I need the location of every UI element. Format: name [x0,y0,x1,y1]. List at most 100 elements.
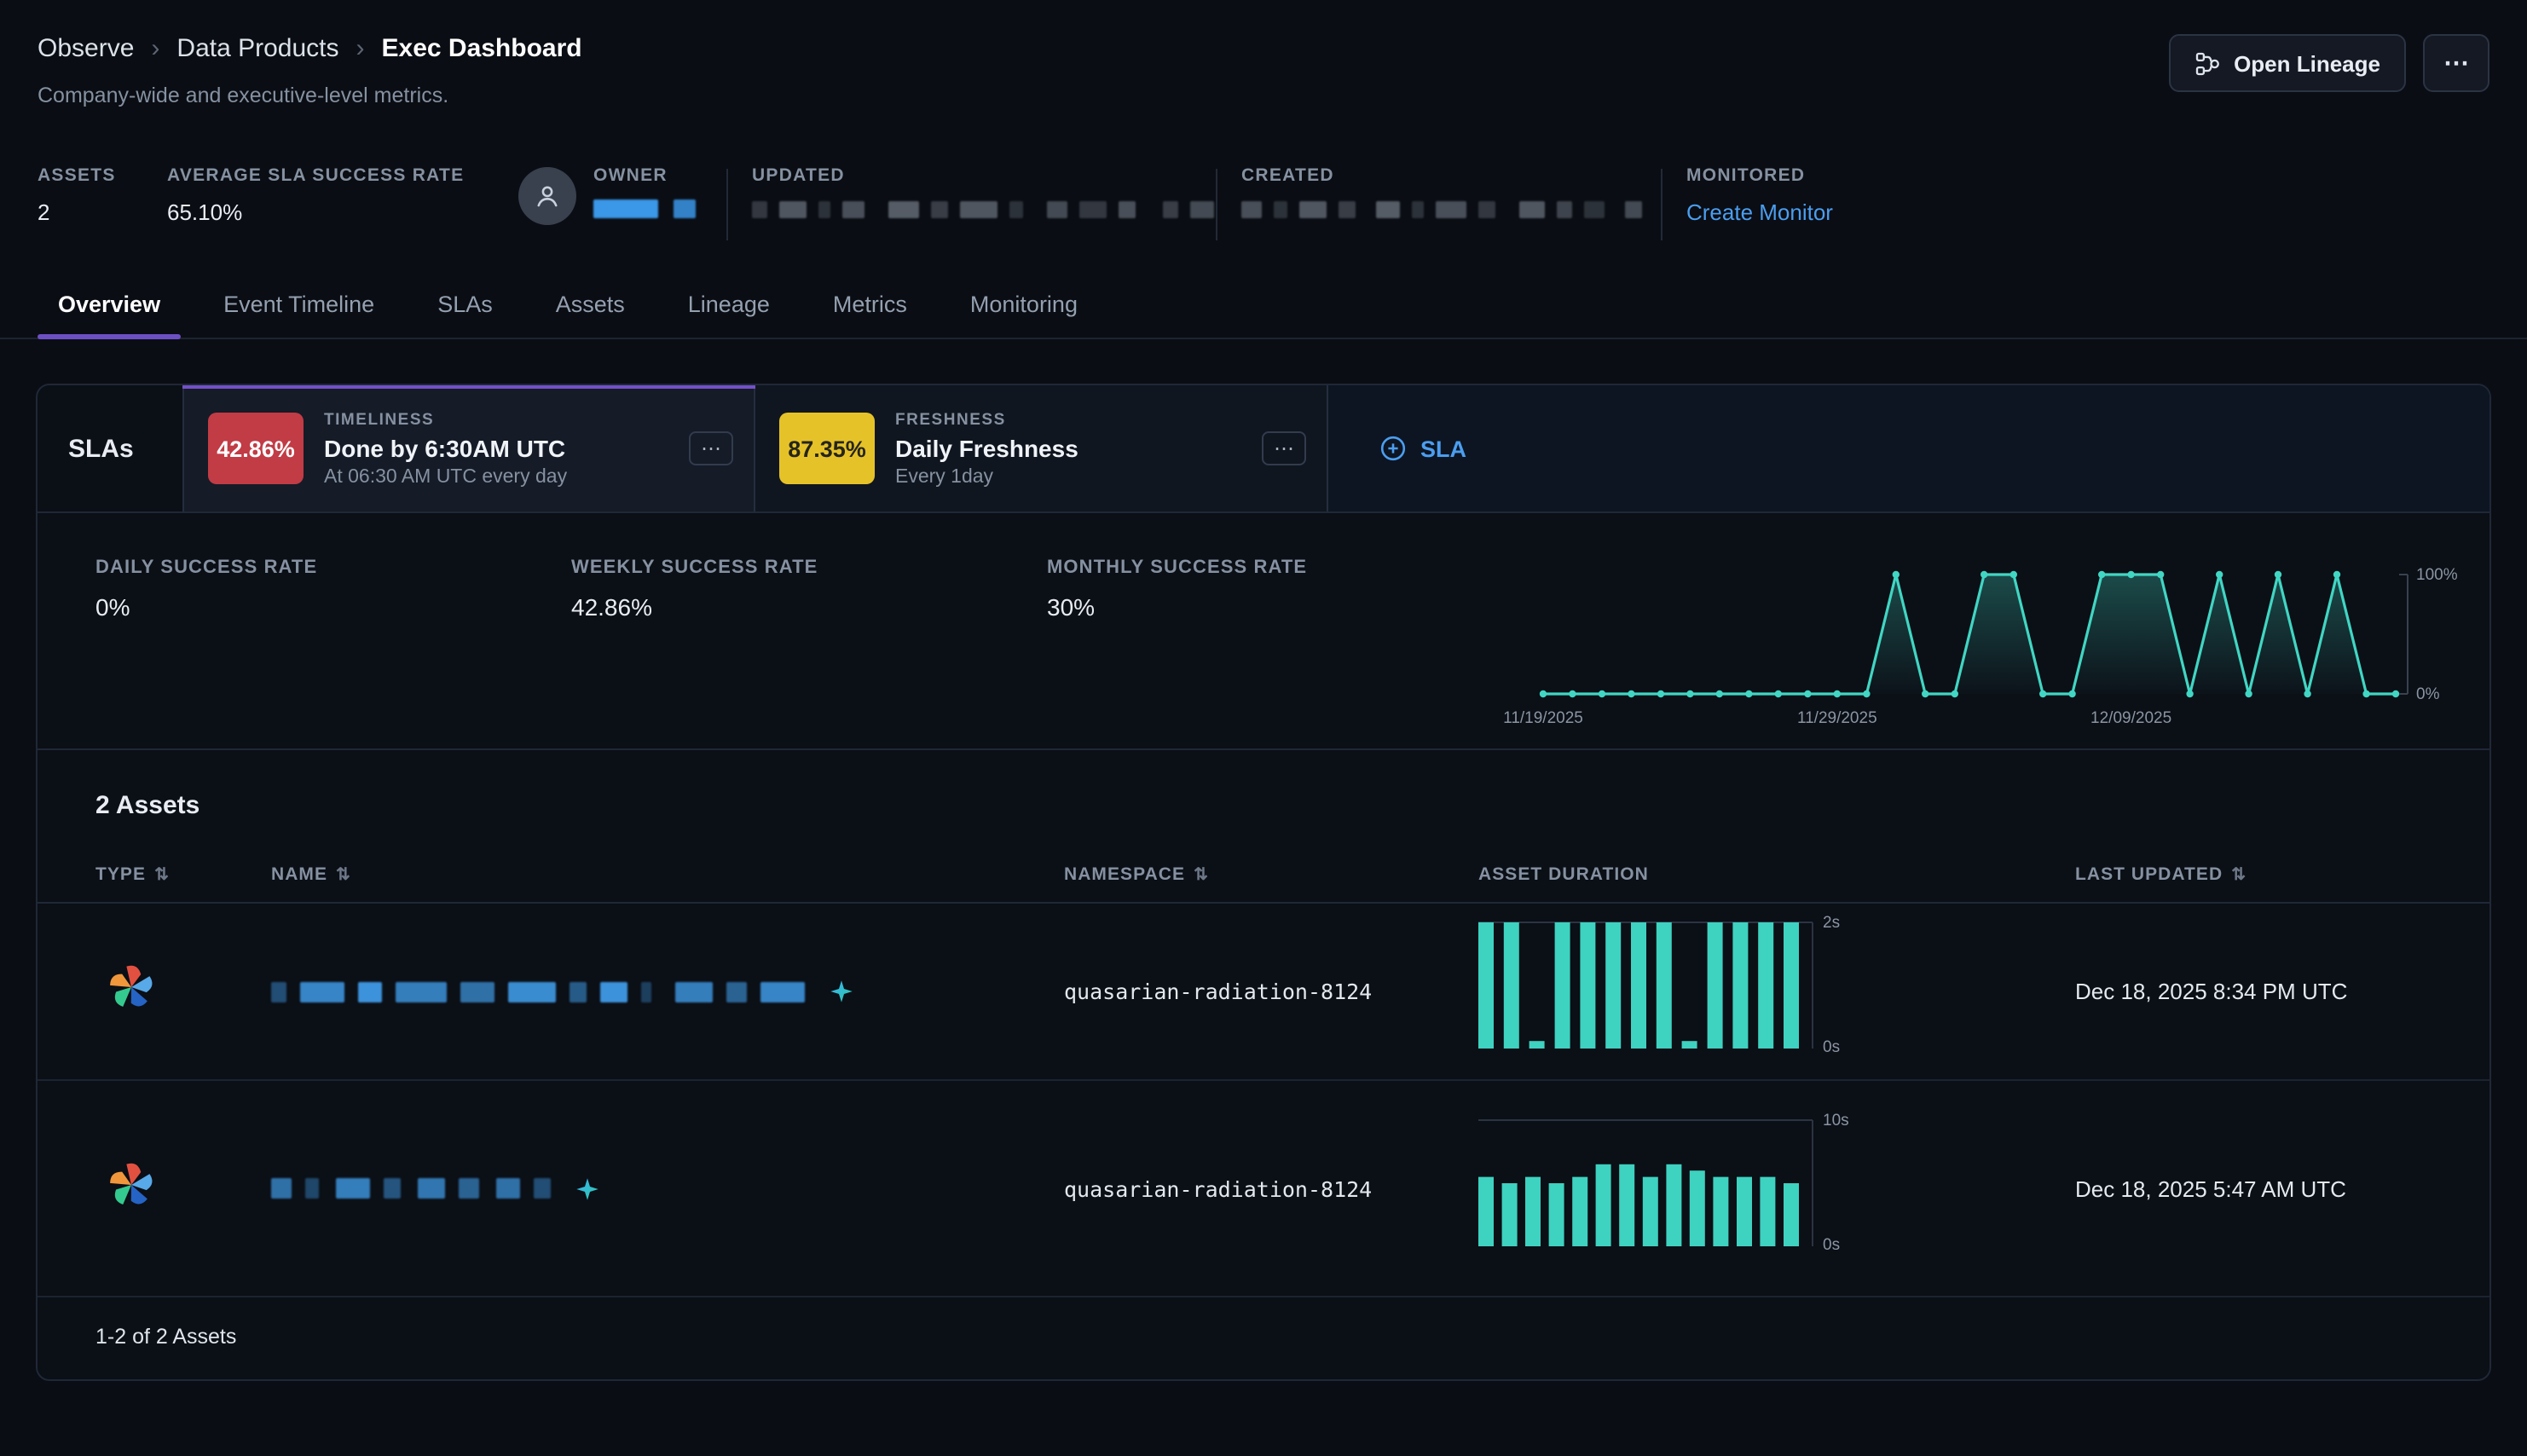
tab-metrics[interactable]: Metrics [812,274,928,338]
open-lineage-label: Open Lineage [2234,50,2380,76]
success-rates: DAILY SUCCESS RATE0%WEEKLY SUCCESS RATE4… [95,558,1523,621]
asset-type-cell [95,962,271,1021]
create-monitor-link[interactable]: Create Monitor [1686,199,1833,225]
stat-avg-sla: AVERAGE SLA SUCCESS RATE 65.10% [167,165,518,225]
open-lineage-button[interactable]: Open Lineage [2169,34,2406,92]
breadcrumb-separator-icon: › [356,34,365,63]
avatar [518,167,576,225]
overview-panel: SLAs 42.86% TIMELINESS Done by 6:30AM UTC A… [36,384,2491,1381]
header-actions: Open Lineage [2169,34,2489,92]
svg-text:11/19/2025: 11/19/2025 [1503,709,1583,727]
svg-text:0s: 0s [1823,1038,1840,1056]
pinwheel-icon [106,962,157,1013]
stat-monitored-label: MONITORED [1686,165,1833,186]
sla-score-badge: 87.35% [779,413,875,484]
tab-event-timeline[interactable]: Event Timeline [203,274,395,338]
svg-text:2s: 2s [1823,914,1840,932]
tab-assets[interactable]: Assets [535,274,645,338]
stat-owner: OWNER [518,165,726,225]
svg-text:10s: 10s [1823,1111,1849,1129]
redacted-updated-value [752,201,1216,218]
stat-assets: ASSETS 2 [38,165,167,225]
tab-lineage[interactable]: Lineage [668,274,790,338]
sla-type-label: TIMELINESS [324,410,668,429]
sla-history-chart: 100%0%11/19/202511/29/202512/09/2025 [1523,558,2478,731]
asset-name-cell[interactable] [271,1176,1064,1201]
success-rate-value: 42.86% [571,593,1047,621]
sla-card-freshness[interactable]: 87.35% FRESHNESS Daily Freshness Every 1day [755,385,1328,511]
add-sla-button[interactable]: SLA [1379,435,1466,462]
asset-namespace: quasarian-radiation-8124 [1064,1176,1478,1201]
success-rate-value: 0% [95,593,571,621]
tab-slas[interactable]: SLAs [417,274,513,338]
asset-duration-chart: 2s 0s [1478,909,2075,1074]
assets-pagination: 1-2 of 2 Assets [38,1297,2489,1379]
redacted-asset-name [271,981,808,1002]
column-header-asset-duration: ASSET DURATION [1478,864,2075,885]
success-rate-daily: DAILY SUCCESS RATE0% [95,558,571,621]
stat-monitored: MONITORED Create Monitor [1686,165,1833,228]
sla-score-badge: 42.86% [208,413,304,484]
success-rate-weekly: WEEKLY SUCCESS RATE42.86% [571,558,1047,621]
table-row[interactable]: quasarian-radiation-812410s0sDec 18, 202… [38,1081,2489,1297]
sla-more-button[interactable] [689,431,733,465]
stat-created-label: CREATED [1241,165,1661,186]
sla-cards: 42.86% TIMELINESS Done by 6:30AM UTC At 06:… [182,385,1328,511]
pinwheel-icon [106,1158,157,1210]
redacted-created-value [1241,201,1661,218]
asset-type-cell [95,1158,271,1218]
stats-divider [1661,169,1662,240]
sla-more-button[interactable] [1262,431,1306,465]
assets-section: 2 Assets TYPENAMENAMESPACEASSET DURATION… [38,750,2489,1379]
asset-namespace: quasarian-radiation-8124 [1064,979,1478,1004]
breadcrumb-item[interactable]: Data Products [176,34,338,63]
column-header-name[interactable]: NAME [271,864,1064,885]
success-rate-value: 30% [1047,593,1523,621]
person-icon [532,181,563,211]
sla-card-timeliness[interactable]: 42.86% TIMELINESS Done by 6:30AM UTC At 06:… [182,385,755,511]
tab-monitoring[interactable]: Monitoring [950,274,1098,338]
sla-schedule: At 06:30 AM UTC every day [324,466,668,487]
sla-add-region: SLA [1328,385,2489,511]
redacted-asset-name [271,1178,554,1199]
page-header: Observe›Data Products›Exec Dashboard Com… [0,0,2527,107]
column-header-last-updated[interactable]: LAST UPDATED [2075,864,2489,885]
breadcrumb: Observe›Data Products›Exec Dashboard [38,34,582,63]
page-subtitle: Company-wide and executive-level metrics… [38,84,582,107]
table-row[interactable]: quasarian-radiation-8124 2s 0s Dec 18, 2025… [38,904,2489,1081]
column-header-namespace[interactable]: NAMESPACE [1064,864,1478,885]
assets-table-header: TYPENAMENAMESPACEASSET DURATIONLAST UPDA… [38,847,2489,904]
sla-type-label: FRESHNESS [895,410,1241,429]
stat-assets-label: ASSETS [38,165,167,186]
plus-circle-icon [1379,435,1407,462]
sla-card-title: Done by 6:30AM UTC [324,434,668,461]
svg-text:0%: 0% [2416,685,2440,703]
svg-text:0s: 0s [1823,1235,1840,1253]
asset-last-updated: Dec 18, 2025 8:34 PM UTC [2075,979,2489,1004]
add-sla-label: SLA [1420,436,1466,461]
column-header-type[interactable]: TYPE [95,864,271,885]
stats-divider [1216,169,1217,240]
stat-updated-label: UPDATED [752,165,1216,186]
tab-bar: Overview Event Timeline SLAs Assets Lineage M… [0,274,2527,339]
stat-avg-sla-label: AVERAGE SLA SUCCESS RATE [167,165,518,186]
sla-schedule: Every 1day [895,466,1241,487]
header-more-button[interactable] [2423,34,2489,92]
svg-text:12/09/2025: 12/09/2025 [2090,709,2171,727]
sla-section-title: SLAs [38,385,182,511]
stat-updated: UPDATED [752,165,1216,218]
assets-title: 2 Assets [95,791,2489,820]
breadcrumb-item[interactable]: Observe [38,34,134,63]
breadcrumb-separator-icon: › [151,34,159,63]
stat-owner-label: OWNER [593,165,699,186]
sla-rates-row: DAILY SUCCESS RATE0%WEEKLY SUCCESS RATE4… [38,513,2489,750]
asset-name-cell[interactable] [271,979,1064,1004]
sla-card-title: Daily Freshness [895,434,1241,461]
tab-overview[interactable]: Overview [38,274,181,338]
lineage-icon [2194,50,2220,76]
stats-divider [726,169,728,240]
sla-strip: SLAs 42.86% TIMELINESS Done by 6:30AM UTC A… [38,385,2489,513]
plus-glyph [1379,435,1407,462]
stat-assets-value: 2 [38,199,167,225]
success-rate-monthly: MONTHLY SUCCESS RATE30% [1047,558,1523,621]
